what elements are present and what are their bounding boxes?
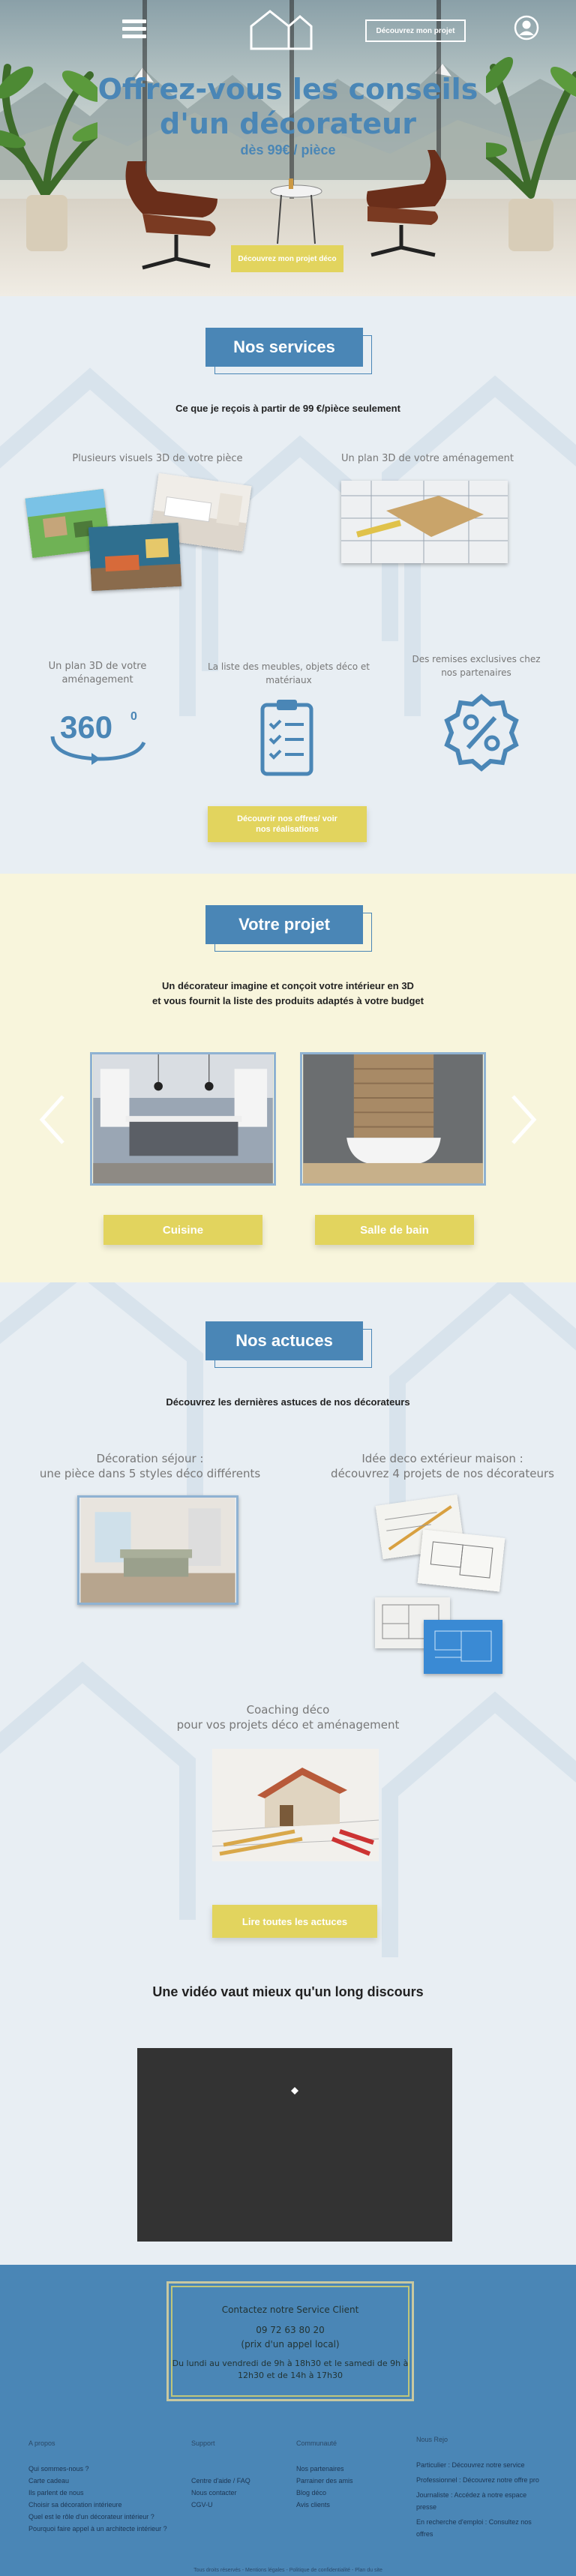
360-label: 360 [60,709,112,745]
services-title-block: Nos services [0,328,576,374]
footer-column-support: Support Centre d'aide / FAQ Nous contact… [191,2437,281,2511]
footer-link[interactable]: Choisir sa décoration intérieure [28,2499,194,2511]
carousel-next-arrow-icon[interactable] [508,1093,538,1146]
tip-title-line-1: Idée deco extérieur maison : [362,1452,524,1465]
contact-box: Contactez notre Service Client 09 72 63 … [166,2281,414,2401]
footer-link[interactable]: Avis clients [296,2499,386,2511]
house-pattern-background [0,367,576,716]
tip-caption-outdoor[interactable]: Idée deco extérieur maison : découvrez 4… [315,1451,570,1481]
tip-caption-coaching[interactable]: Coaching déco pour vos projets déco et a… [0,1702,576,1732]
footer-link[interactable]: Journaliste : Accédez à notre espace pre… [416,2489,548,2513]
footer-column-heading: Support [191,2440,215,2447]
living-room-tip-image[interactable] [77,1495,238,1605]
user-account-icon[interactable] [514,15,539,40]
tip-caption-living-room[interactable]: Décoration séjour : une pièce dans 5 sty… [22,1451,278,1481]
project-section: Votre projet Un décorateur imagine et co… [0,874,576,1282]
tips-lead: Découvrez les dernières astuces de nos d… [166,1396,410,1408]
tips-title-block: Nos actuces [0,1321,576,1368]
footer-column-about: A propos Qui sommes-nous ? Carte cadeau … [28,2437,194,2535]
services-lead: Ce que je reçois à partir de 99 €/pièce … [176,403,400,414]
services-title: Nos services [206,328,363,367]
service-caption-plan-2: Un plan 3D de votre aménagement [48,661,147,685]
project-title-block: Votre projet [0,905,576,952]
project-lead-line-1: Un décorateur imagine et conçoit votre i… [162,980,414,991]
hero-title-line-2: d'un décorateur [160,107,416,140]
discover-project-button[interactable]: Découvrez mon projet [365,19,466,42]
service-caption-plan: Un plan 3D de votre aménagement [341,453,514,464]
footer-link[interactable]: Centre d'aide / FAQ [191,2475,281,2487]
lounge-chair-left [125,161,218,270]
footer-link[interactable]: CGV-U [191,2499,281,2511]
tip-title-line-2: une pièce dans 5 styles déco différents [39,1467,261,1480]
project-lead: Un décorateur imagine et conçoit votre i… [0,979,576,1009]
checklist-clipboard-icon [260,700,314,776]
coaching-tip-image[interactable] [212,1749,379,1861]
side-table [270,178,322,244]
bathroom-project-image[interactable] [300,1052,486,1186]
tips-section: Nos actuces Découvrez les dernières astu… [0,1282,576,2265]
footer-column-heading: A propos [28,2440,56,2447]
read-all-tips-button[interactable]: Lire toutes les actuces [212,1905,377,1938]
loading-spinner-icon [291,2087,298,2095]
footer-link[interactable]: Nous contacter [191,2487,281,2499]
footer-column-heading: Communauté [296,2440,338,2447]
footer: Contactez notre Service Client 09 72 63 … [0,2265,576,2576]
carousel-prev-arrow-icon[interactable] [38,1093,68,1146]
service-caption-furniture-list: La liste des meubles, objets déco et mat… [208,661,370,685]
video-heading: Une vidéo vaut mieux qu'un long discours [152,1984,424,1999]
360-view-icon: 360 0 [46,705,152,765]
hero-cta-button[interactable]: Découvrez mon projet déco [231,245,344,272]
tip-title-line-1: Coaching déco [246,1703,330,1717]
outdoor-tip-images[interactable] [375,1494,506,1674]
contact-phone[interactable]: 09 72 63 80 20 [169,2323,412,2338]
footer-link[interactable]: Particulier : Découvrez notre service [416,2459,548,2471]
copyright-line: Tous droits réservés - Mentions légales … [194,2568,382,2573]
blueprint-image [424,1620,502,1674]
tip-title-line-2: découvrez 4 projets de nos décorateurs [331,1467,554,1480]
kitchen-project-image[interactable] [90,1052,276,1186]
bathroom-button[interactable]: Salle de bain [315,1215,474,1245]
visual-3d-livingroom-image [88,522,182,592]
tip-title-line-1: Décoration séjour : [96,1452,204,1465]
tip-title-line-2: pour vos projets déco et aménagement [176,1718,400,1732]
hero-banner: Découvrez mon projet Offrez-vous les con… [0,0,576,296]
footer-link[interactable]: Quel est le rôle d'un décorateur intérie… [28,2511,194,2523]
footer-link[interactable]: Parrainer des amis [296,2475,386,2487]
footer-column-heading: Nous Rejo [416,2436,448,2443]
footer-link[interactable]: Qui sommes-nous ? [28,2463,194,2475]
hero-subtitle: dès 99€ / pièce [240,142,336,157]
hero-title: Offrez-vous les conseils d'un décorateur [0,72,576,141]
service-caption-visuals: Plusieurs visuels 3D de votre pièce [72,453,243,464]
house-logo-icon[interactable] [248,7,315,52]
footer-column-community: Communauté Nos partenaires Parrainer des… [296,2437,386,2511]
service-caption-discounts: Des remises exclusives chez nos partenai… [412,654,541,678]
footer-link[interactable]: Professionnel : Découvrez notre offre pr… [416,2474,548,2486]
footer-column-join: Nous Rejo Particulier : Découvrez notre … [416,2434,548,2540]
kitchen-button[interactable]: Cuisine [104,1215,262,1245]
plan-3d-image [341,481,508,563]
footer-link[interactable]: Pourquoi faire appel à un architecte int… [28,2523,194,2535]
plan-drawing-image [417,1529,506,1592]
services-section: Nos services Ce que je reçois à partir d… [0,296,576,874]
tips-title: Nos actuces [206,1321,363,1360]
top-navigation: Découvrez mon projet [0,0,576,60]
discover-offers-button[interactable]: Découvrir nos offres/ voir nos réalisati… [208,806,367,842]
discount-percent-badge-icon [444,694,519,772]
hamburger-menu-icon[interactable] [122,19,146,39]
video-player[interactable] [137,2048,452,2242]
footer-link[interactable]: Blog déco [296,2487,386,2499]
360-degree-sign: 0 [130,710,137,723]
lounge-chair-right [366,150,446,257]
footer-link[interactable]: Ils parlent de nous [28,2487,194,2499]
project-title: Votre projet [206,905,363,944]
footer-link[interactable]: Nos partenaires [296,2463,386,2475]
footer-link[interactable]: En recherche d'emploi : Consultez nos of… [416,2516,548,2540]
contact-price-note: (prix d'un appel local) [241,2339,340,2350]
footer-link[interactable]: Carte cadeau [28,2475,194,2487]
contact-hours-line-1: Du lundi au vendredi de 9h à 18h30 et le… [172,2359,409,2368]
hero-title-line-1: Offrez-vous les conseils [98,73,478,106]
project-lead-line-2: et vous fournit la liste des produits ad… [152,995,424,1006]
contact-heading: Contactez notre Service Client [221,2305,359,2315]
contact-hours-line-2: 12h30 et de 14h à 17h30 [238,2371,343,2380]
